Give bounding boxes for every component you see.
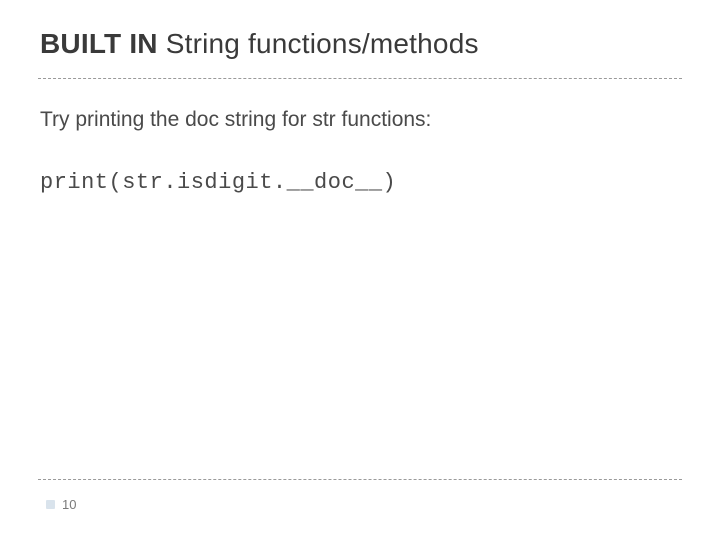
page-bullet-icon: [46, 500, 55, 509]
footer-divider: [38, 479, 682, 480]
code-example: print(str.isdigit.__doc__): [40, 170, 396, 195]
body-text: Try printing the doc string for str func…: [40, 108, 431, 132]
title-divider: [38, 78, 682, 79]
title-bold: BUILT IN: [40, 28, 158, 59]
title-rest: String functions/methods: [158, 28, 479, 59]
slide: BUILT IN String functions/methods Try pr…: [0, 0, 720, 540]
slide-title: BUILT IN String functions/methods: [40, 28, 479, 60]
page-number: 10: [62, 497, 76, 512]
